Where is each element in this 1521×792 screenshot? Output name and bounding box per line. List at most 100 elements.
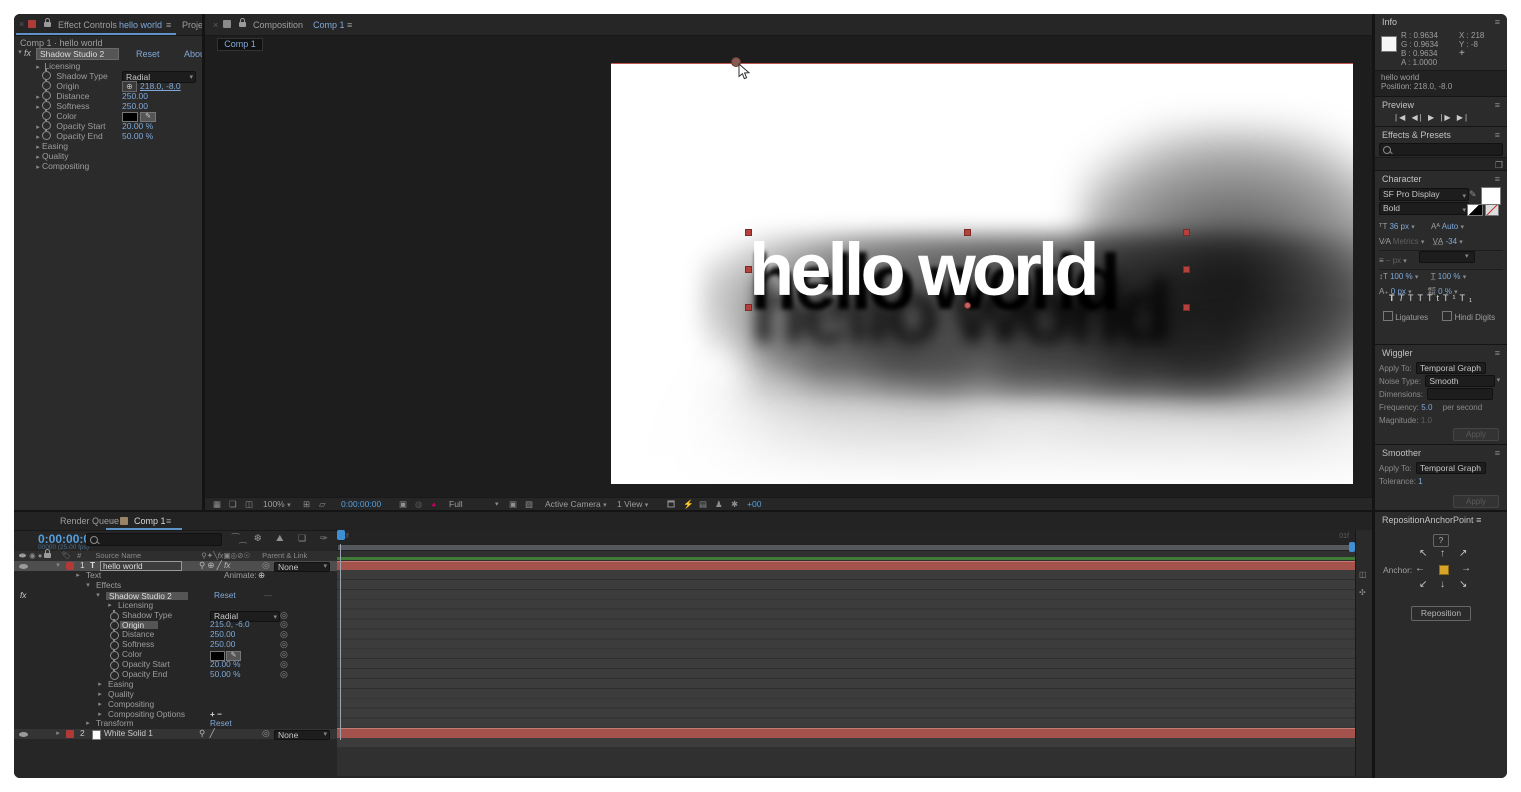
prev-frame-button[interactable]: ◀| xyxy=(1411,113,1423,122)
frame-blend-icon[interactable]: ❏ xyxy=(298,533,306,544)
camera-dropdown[interactable]: Active Camera ▾ xyxy=(545,498,607,510)
motion-blur-icon[interactable]: ✑ xyxy=(320,533,328,544)
layer2-name[interactable]: White Solid 1 xyxy=(104,729,153,739)
prop-row-text[interactable]: ▸ Text Animate: ⊕ xyxy=(14,571,337,581)
panel-menu-icon[interactable]: ≡ xyxy=(1495,346,1500,360)
selection-handle[interactable] xyxy=(745,266,752,273)
ec-row-compositing[interactable]: ▸Compositing xyxy=(14,161,202,171)
panel-menu-icon[interactable]: ≡ xyxy=(1495,446,1500,460)
panel-menu-icon[interactable]: ≡ xyxy=(166,20,171,30)
layer-label-chip[interactable] xyxy=(66,730,74,738)
ligatures-checkbox[interactable] xyxy=(1383,311,1393,321)
fast-previews-icon[interactable]: ⚡ xyxy=(683,498,694,510)
tab-comp1[interactable]: Comp 1 xyxy=(134,516,166,526)
anchor-center-chip[interactable] xyxy=(1439,565,1449,575)
hscale-value[interactable]: 100 % xyxy=(1438,272,1461,281)
tab-composition-label[interactable]: Composition xyxy=(253,20,303,30)
brainstorm-icon[interactable]: ✣ xyxy=(1359,588,1366,597)
flowchart-icon[interactable]: ♟ xyxy=(715,498,723,510)
hide-shy-icon[interactable]: ⛰ xyxy=(276,533,284,544)
ec-row-origin[interactable]: Origin ⊕ 218.0, -8.0 xyxy=(14,81,202,91)
twirl-icon[interactable]: ▸ xyxy=(74,571,82,581)
tab-project[interactable]: Project xyxy=(182,20,202,30)
ec-row-opacity-start[interactable]: ▸ Opacity Start 20.00 % xyxy=(14,121,202,131)
opacity-end-value[interactable]: 50.00 % xyxy=(122,131,153,141)
ec-row-licensing[interactable]: ▸ Licensing xyxy=(14,61,202,71)
selection-handle[interactable] xyxy=(964,229,971,236)
softness-value[interactable]: 250.00 xyxy=(122,101,148,111)
twirl-icon[interactable]: ▸ xyxy=(96,700,104,710)
effect-about-link[interactable]: About xyxy=(184,49,202,59)
anchor-up-right-arrow[interactable]: ↗ xyxy=(1459,548,1467,559)
eye-icon[interactable] xyxy=(19,564,28,569)
prop-row-licensing[interactable]: ▸ Licensing xyxy=(14,601,337,611)
reposition-button[interactable]: Reposition xyxy=(1411,606,1471,621)
twirl-icon[interactable]: ▸ xyxy=(96,690,104,700)
resolution-icon[interactable]: ◫ xyxy=(245,498,253,510)
prop-row-opacity-end[interactable]: Opacity End 50.00 % ◎ xyxy=(14,670,337,680)
timeline-search-box[interactable] xyxy=(86,533,222,546)
magnification-dropdown[interactable]: 100% ▾ xyxy=(263,498,291,510)
twirl-icon[interactable]: ▾ xyxy=(84,581,92,591)
twirl-icon[interactable]: ▾ xyxy=(54,561,62,571)
last-frame-button[interactable]: ▶| xyxy=(1457,113,1469,122)
font-family-dropdown[interactable]: SF Pro Display▾ xyxy=(1379,188,1469,201)
lock-icon[interactable] xyxy=(44,22,51,27)
prop-row-shadow-studio[interactable]: fx ▾ Shadow Studio 2 Reset — xyxy=(14,591,337,601)
layer-row-1[interactable]: ▾ 1 T hello world ⚲ ⊕ ╱ fx ◎ None▾ xyxy=(14,561,337,571)
faux-bold-button[interactable]: T xyxy=(1389,293,1399,303)
animate-add-icon[interactable]: ⊕ xyxy=(258,571,265,581)
anchor-right-arrow[interactable]: → xyxy=(1461,563,1471,574)
prop-row-compositing[interactable]: ▸ Compositing xyxy=(14,700,337,710)
vscale-value[interactable]: 100 % xyxy=(1390,272,1413,281)
prop-row-distance[interactable]: Distance 250.00 ◎ xyxy=(14,630,337,640)
transparency-grid-icon[interactable]: ▨ xyxy=(525,498,533,510)
anchor-down-right-arrow[interactable]: ↘ xyxy=(1459,579,1467,590)
eyedropper-icon[interactable]: ✎ xyxy=(1469,189,1477,200)
twirl-icon[interactable]: ▸ xyxy=(84,719,92,729)
smoother-tolerance-value[interactable]: 1 xyxy=(1418,477,1422,486)
softness-value[interactable]: 250.00 xyxy=(210,640,235,650)
font-style-dropdown[interactable]: Bold▾ xyxy=(1379,202,1469,215)
stroke-style-dropdown[interactable]: ▾ xyxy=(1419,251,1475,263)
channel-color-icon[interactable]: ◕ xyxy=(431,498,436,510)
source-name-column[interactable]: Source Name xyxy=(95,551,141,560)
panel-menu-icon[interactable]: ≡ xyxy=(1495,98,1500,112)
prop-row-compositing-options[interactable]: ▸ Compositing Options + − xyxy=(14,710,337,720)
current-time-indicator-line[interactable] xyxy=(340,544,341,740)
selection-handle[interactable] xyxy=(1183,266,1190,273)
roi-icon[interactable]: ▣ xyxy=(509,498,517,510)
wiggler-noise-dropdown[interactable]: Smooth▾ xyxy=(1425,375,1495,387)
mask-visibility-icon[interactable]: ▱ xyxy=(319,498,326,510)
prop-row-color[interactable]: Color ✎ ◎ xyxy=(14,650,337,660)
help-button[interactable]: ? xyxy=(1433,534,1449,547)
subscript-button[interactable]: T₁ xyxy=(1460,293,1477,303)
no-stroke-swatch[interactable] xyxy=(1485,204,1499,216)
layer-row-2[interactable]: ▸ 2 White Solid 1 ⚲ ╱ ◎ None▾ xyxy=(14,729,337,739)
exposure-value[interactable]: +00 xyxy=(747,498,761,510)
view-layout-dropdown[interactable]: 1 View ▾ xyxy=(617,498,648,510)
tracking-value[interactable]: -34 xyxy=(1445,237,1457,246)
comp-canvas[interactable]: hello world hello world hello world hell… xyxy=(611,63,1353,484)
play-button[interactable]: ▶ xyxy=(1428,113,1436,122)
leading-value[interactable]: Auto xyxy=(1442,222,1458,231)
origin-value[interactable]: 218.0, -8.0 xyxy=(140,81,181,91)
close-icon[interactable]: × xyxy=(213,20,218,30)
all-caps-button[interactable]: TT xyxy=(1408,293,1427,303)
snapshot-camera-icon[interactable]: ▣ xyxy=(399,498,407,510)
fill-color-swatch[interactable] xyxy=(1481,187,1501,205)
ec-row-distance[interactable]: ▸ Distance 250.00 xyxy=(14,91,202,101)
hindi-digits-checkbox[interactable] xyxy=(1442,311,1452,321)
opacity-end-value[interactable]: 50.00 % xyxy=(210,670,240,680)
stopwatch-icon[interactable] xyxy=(42,131,51,140)
comp-viewer-tab[interactable]: Comp 1 xyxy=(217,38,263,51)
prop-row-opacity-start[interactable]: Opacity Start 20.00 % ◎ xyxy=(14,660,337,670)
anchor-up-left-arrow[interactable]: ↖ xyxy=(1419,548,1427,559)
parent-link-column[interactable]: Parent & Link xyxy=(262,551,307,560)
twirl-icon[interactable]: ▸ xyxy=(96,680,104,690)
reset-link[interactable]: Reset xyxy=(214,591,236,601)
anchor-down-left-arrow[interactable]: ↙ xyxy=(1419,579,1427,590)
prop-row-easing[interactable]: ▸ Easing xyxy=(14,680,337,690)
effects-presets-search[interactable] xyxy=(1379,143,1503,156)
pickwhip-icon[interactable]: ◎ xyxy=(262,729,270,739)
